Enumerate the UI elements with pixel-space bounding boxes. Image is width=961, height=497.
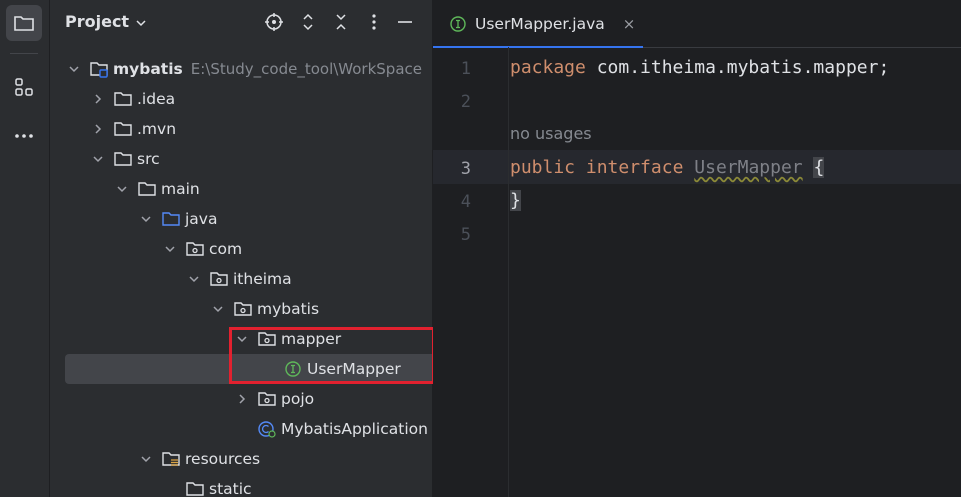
line-number-gutter: 1 2 3 4 5 [433, 47, 509, 497]
collapse-all-icon[interactable] [331, 12, 351, 32]
highlight-box [229, 327, 435, 384]
tree-item-resources[interactable]: resources [50, 444, 432, 474]
tree-item-label: mybatis [113, 60, 183, 78]
close-icon[interactable]: × [623, 15, 636, 33]
chevron-down-icon[interactable] [139, 212, 153, 226]
keyword: interface [585, 157, 684, 178]
tree-item-label: .idea [137, 90, 176, 108]
folder-icon [113, 90, 133, 108]
tree-item-mybatis-root[interactable]: mybatis E:\Study_code_tool\WorkSpace [50, 54, 432, 84]
tree-item-label: pojo [281, 390, 315, 408]
tree-item-itheima[interactable]: itheima [50, 264, 432, 294]
keyword: package [510, 57, 586, 78]
spring-class-icon [257, 420, 277, 438]
tree-item-label: static [209, 480, 252, 497]
line-number: 5 [460, 225, 471, 245]
project-panel-header: Project [50, 0, 432, 44]
tree-item-label: MybatisApplication [281, 420, 428, 438]
locate-icon[interactable] [264, 12, 284, 32]
brace: } [510, 190, 521, 211]
tree-item-label: itheima [233, 270, 292, 288]
code-line-3[interactable]: public interface UserMapper { [510, 157, 825, 178]
tree-item-src[interactable]: src [50, 144, 432, 174]
project-tool-button[interactable] [6, 5, 42, 41]
source-folder-icon [161, 210, 181, 228]
keyword: public [510, 157, 576, 178]
expand-all-icon[interactable] [298, 12, 318, 32]
editor-area: UserMapper.java × 1 2 3 4 5 package com.… [433, 0, 961, 497]
chevron-right-icon[interactable] [235, 392, 249, 406]
tree-item-mybatisapplication[interactable]: MybatisApplication [50, 414, 432, 444]
chevron-down-icon[interactable] [115, 182, 129, 196]
editor-tab-bar: UserMapper.java × [433, 0, 961, 48]
module-folder-icon [89, 60, 109, 78]
tree-item-static[interactable]: static [50, 474, 432, 497]
tree-item-pojo[interactable]: pojo [50, 384, 432, 414]
line-number: 4 [460, 192, 471, 212]
usage-hint[interactable]: no usages [510, 124, 592, 143]
package-icon [209, 270, 229, 288]
tree-item-label: main [161, 180, 200, 198]
tree-item-label: com [209, 240, 243, 258]
folder-icon [113, 120, 133, 138]
code-line-4[interactable]: } [510, 190, 521, 211]
structure-tool-button[interactable] [6, 69, 42, 105]
folder-icon [14, 16, 34, 31]
tree-item-java[interactable]: java [50, 204, 432, 234]
class-name: UserMapper [694, 157, 803, 178]
tab-usermapper[interactable]: UserMapper.java × [433, 0, 643, 48]
chevron-down-icon[interactable] [91, 152, 105, 166]
interface-icon [449, 15, 467, 33]
tree-item-mybatis-package[interactable]: mybatis [50, 294, 432, 324]
chevron-down-icon[interactable] [163, 242, 177, 256]
line-number: 3 [460, 159, 471, 179]
resources-folder-icon [161, 450, 181, 468]
tree-item-main[interactable]: main [50, 174, 432, 204]
tab-label: UserMapper.java [475, 14, 605, 33]
gutter-divider [508, 47, 509, 497]
more-horizontal-icon [15, 134, 33, 138]
chevron-down-icon[interactable] [187, 272, 201, 286]
tree-item-label: src [137, 150, 160, 168]
minimize-icon[interactable] [395, 12, 415, 32]
tree-item-label: .mvn [137, 120, 177, 138]
line-number: 2 [460, 92, 471, 112]
chevron-down-icon[interactable] [211, 302, 225, 316]
tool-window-strip [0, 0, 50, 497]
folder-icon [185, 480, 205, 497]
line-number: 1 [460, 59, 471, 79]
package-icon [257, 390, 277, 408]
package-icon [185, 240, 205, 258]
tree-item-label: resources [185, 450, 261, 468]
project-path: E:\Study_code_tool\WorkSpace [190, 60, 422, 78]
strip-divider [10, 53, 38, 54]
chevron-down-icon[interactable] [139, 452, 153, 466]
tree-item-com[interactable]: com [50, 234, 432, 264]
chevron-right-icon[interactable] [91, 122, 105, 136]
project-panel-title[interactable]: Project [65, 12, 129, 31]
chevron-down-icon[interactable] [134, 15, 148, 34]
code-text: com.itheima.mybatis.mapper; [585, 57, 890, 78]
structure-icon [15, 78, 33, 96]
brace: { [813, 157, 825, 178]
project-panel: Project mybatis E:\Study_code_tool\WorkS… [50, 0, 433, 497]
chevron-right-icon[interactable] [91, 92, 105, 106]
chevron-down-icon[interactable] [67, 62, 81, 76]
tree-item-mvn[interactable]: .mvn [50, 114, 432, 144]
folder-icon [113, 150, 133, 168]
tree-item-idea[interactable]: .idea [50, 84, 432, 114]
package-icon [233, 300, 253, 318]
code-line-1[interactable]: package com.itheima.mybatis.mapper; [510, 57, 889, 78]
more-tools-button[interactable] [6, 118, 42, 154]
folder-icon [137, 180, 157, 198]
tree-item-label: java [185, 210, 218, 228]
options-menu-icon[interactable] [364, 12, 384, 32]
tree-item-label: mybatis [257, 300, 320, 318]
